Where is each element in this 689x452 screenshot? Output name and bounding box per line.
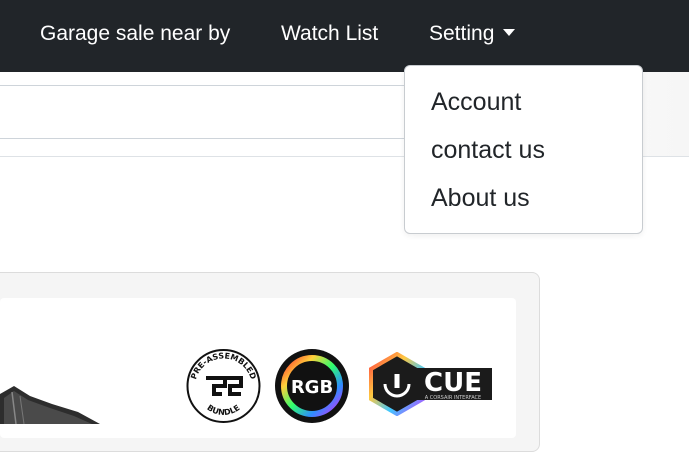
nav-watch-list[interactable]: Watch List [281,20,378,48]
nav-setting-dropdown[interactable]: Setting [429,20,516,48]
rgb-label: RGB [291,377,333,398]
rgb-icon: RGB [275,349,349,423]
nav-garage-sale[interactable]: Garage sale near by [40,20,230,48]
cue-label: CUE [424,368,482,398]
menu-item-account[interactable]: Account [431,86,521,118]
caret-down-icon [503,29,516,36]
settings-dropdown-menu: Account contact us About us [404,65,643,234]
menu-item-about-us[interactable]: About us [431,182,530,214]
product-image [0,386,100,424]
menu-item-contact-us[interactable]: contact us [431,134,545,166]
icue-logo-icon: CUE A CORSAIR INTERFACE [369,352,492,416]
pre-assembled-bundle-icon: PRE-ASSEMBLED BUNDLE [186,349,261,423]
cue-sublabel: A CORSAIR INTERFACE [425,395,481,401]
search-input[interactable] [0,85,430,139]
nav-setting-label: Setting [429,22,495,45]
top-navbar: Garage sale near by Watch List Setting [0,0,689,72]
